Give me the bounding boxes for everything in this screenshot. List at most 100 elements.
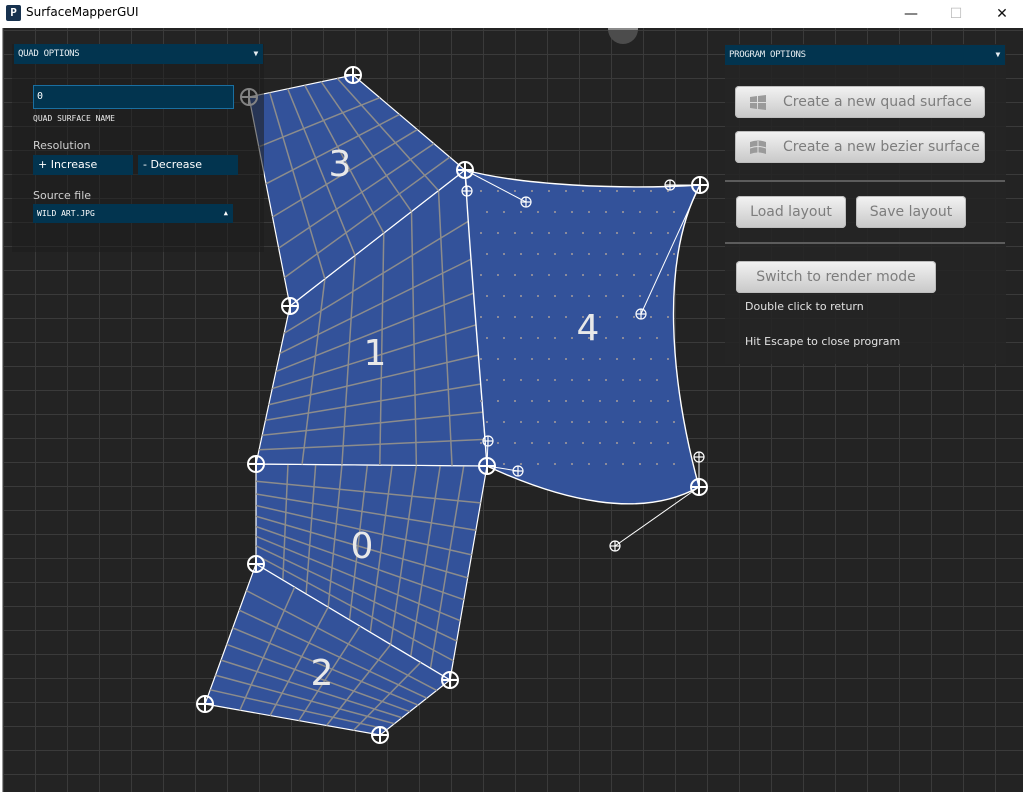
- source-file-dropdown[interactable]: WILD ART.JPG ▲: [33, 204, 233, 223]
- bezier-sample-dot: [531, 442, 533, 444]
- bezier-sample-dot: [605, 463, 607, 465]
- corner-handle[interactable]: [247, 455, 265, 473]
- bezier-sample-dot: [639, 211, 641, 213]
- quad-options-header[interactable]: QUAD OPTIONS ▼: [14, 44, 263, 64]
- save-layout-button[interactable]: Save layout: [856, 196, 966, 228]
- bezier-control-handle[interactable]: [461, 185, 473, 197]
- surface-name-input[interactable]: 0: [33, 85, 234, 109]
- bezier-sample-dot: [639, 295, 641, 297]
- bezier-sample-dot: [537, 421, 539, 423]
- program-options-header[interactable]: PROGRAM OPTIONS ▼: [725, 45, 1005, 65]
- bezier-sample-dot: [633, 442, 635, 444]
- bezier-sample-dot: [633, 400, 635, 402]
- bezier-sample-dot: [616, 190, 618, 192]
- bezier-sample-dot: [622, 295, 624, 297]
- corner-handle[interactable]: [344, 66, 362, 84]
- bezier-sample-dot: [650, 232, 652, 234]
- resolution-label: Resolution: [33, 139, 91, 152]
- bezier-sample-dot: [571, 463, 573, 465]
- bezier-sample-dot: [622, 337, 624, 339]
- corner-handle[interactable]: [456, 161, 474, 179]
- bezier-sample-dot: [486, 379, 488, 381]
- bezier-sample-dot: [520, 421, 522, 423]
- create-bezier-surface-button[interactable]: Create a new bezier surface: [735, 131, 985, 163]
- bezier-sample-dot: [673, 463, 675, 465]
- create-quad-surface-button[interactable]: Create a new quad surface: [735, 86, 985, 118]
- bezier-sample-dot: [582, 232, 584, 234]
- bezier-sample-dot: [554, 211, 556, 213]
- bezier-sample-dot: [514, 274, 516, 276]
- bezier-sample-dot: [599, 358, 601, 360]
- bezier-sample-dot: [486, 211, 488, 213]
- decrease-resolution-button[interactable]: - Decrease: [138, 155, 238, 175]
- bezier-control-handle[interactable]: [482, 435, 494, 447]
- divider: [725, 242, 1005, 244]
- bezier-sample-dot: [616, 358, 618, 360]
- bezier-sample-dot: [548, 400, 550, 402]
- bezier-sample-dot: [537, 463, 539, 465]
- bezier-sample-dot: [497, 274, 499, 276]
- bezier-sample-dot: [582, 190, 584, 192]
- bezier-sample-dot: [554, 253, 556, 255]
- corner-handle[interactable]: [196, 695, 214, 713]
- bezier-sample-dot: [537, 295, 539, 297]
- bezier-sample-dot: [599, 232, 601, 234]
- bezier-sample-dot: [497, 232, 499, 234]
- bezier-sample-dot: [639, 253, 641, 255]
- divider: [725, 180, 1005, 182]
- bezier-sample-dot: [656, 337, 658, 339]
- bezier-sample-dot: [650, 400, 652, 402]
- bezier-sample-dot: [571, 337, 573, 339]
- dropdown-caret-icon: ▲: [223, 209, 228, 217]
- bezier-sample-dot: [616, 232, 618, 234]
- load-layout-button[interactable]: Load layout: [736, 196, 846, 228]
- bezier-sample-dot: [514, 358, 516, 360]
- render-mode-button[interactable]: Switch to render mode: [736, 261, 936, 293]
- bezier-sample-dot: [503, 337, 505, 339]
- bezier-sample-dot: [520, 211, 522, 213]
- bezier-sample-dot: [531, 274, 533, 276]
- bezier-sample-dot: [605, 337, 607, 339]
- bezier-sample-dot: [480, 400, 482, 402]
- bezier-control-handle[interactable]: [512, 465, 524, 477]
- bezier-control-handle[interactable]: [693, 451, 705, 463]
- source-file-value: WILD ART.JPG: [37, 209, 95, 218]
- corner-handle[interactable]: [371, 726, 389, 744]
- increase-resolution-button[interactable]: + Increase: [33, 155, 133, 175]
- bezier-sample-dot: [514, 190, 516, 192]
- bezier-surface-icon: [749, 140, 767, 154]
- bezier-control-handle[interactable]: [609, 540, 621, 552]
- bezier-sample-dot: [503, 211, 505, 213]
- bezier-sample-dot: [639, 463, 641, 465]
- surface-id-label: 4: [577, 308, 600, 349]
- bezier-sample-dot: [520, 295, 522, 297]
- bezier-sample-dot: [616, 400, 618, 402]
- bezier-sample-dot: [582, 442, 584, 444]
- corner-handle[interactable]: [690, 478, 708, 496]
- corner-handle[interactable]: [281, 297, 299, 315]
- bezier-sample-dot: [497, 400, 499, 402]
- bezier-sample-dot: [497, 358, 499, 360]
- bezier-sample-dot: [633, 358, 635, 360]
- bezier-control-handle[interactable]: [635, 308, 647, 320]
- bezier-sample-dot: [605, 253, 607, 255]
- bezier-sample-dot: [656, 295, 658, 297]
- bezier-surface[interactable]: 4: [464, 169, 702, 505]
- bezier-control-handle[interactable]: [664, 179, 676, 191]
- bezier-sample-dot: [554, 337, 556, 339]
- corner-handle[interactable]: [478, 457, 496, 475]
- corner-handle[interactable]: [691, 176, 709, 194]
- bezier-sample-dot: [486, 421, 488, 423]
- bezier-sample-dot: [582, 358, 584, 360]
- corner-handle[interactable]: [441, 671, 459, 689]
- bezier-sample-dot: [599, 442, 601, 444]
- bezier-sample-dot: [537, 253, 539, 255]
- bezier-sample-dot: [650, 358, 652, 360]
- bezier-sample-dot: [480, 316, 482, 318]
- bezier-sample-dot: [480, 442, 482, 444]
- bezier-sample-dot: [548, 190, 550, 192]
- bezier-sample-dot: [486, 253, 488, 255]
- bezier-control-handle[interactable]: [520, 196, 532, 208]
- create-quad-label: Create a new quad surface: [783, 94, 972, 110]
- corner-handle[interactable]: [247, 555, 265, 573]
